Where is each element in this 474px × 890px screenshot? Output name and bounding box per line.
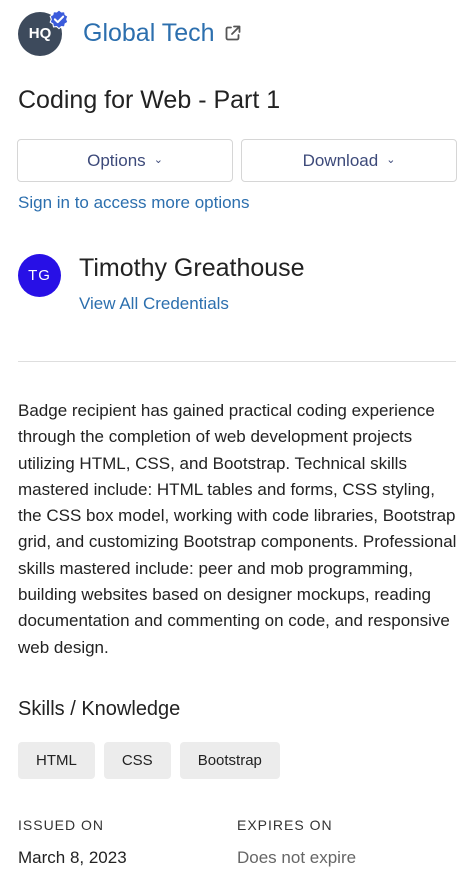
sign-in-link[interactable]: Sign in to access more options <box>18 193 250 213</box>
chevron-down-icon: ⌄ <box>386 154 396 166</box>
expires-on-value: Does not expire <box>237 848 357 867</box>
expires-on-label: EXPIRES ON <box>237 817 333 833</box>
view-all-credentials-link[interactable]: View All Credentials <box>79 294 229 314</box>
earner-name: Timothy Greathouse <box>79 254 305 282</box>
issued-on-value: March 8, 2023 <box>18 848 127 867</box>
download-button-label: Download <box>302 150 379 170</box>
issuer-name-link[interactable]: Global Tech <box>83 19 215 48</box>
skill-tag-html[interactable]: HTML <box>18 742 95 779</box>
download-button[interactable]: Download ⌄ <box>241 139 457 182</box>
badge-title: Coding for Web - Part 1 <box>18 86 281 114</box>
options-button[interactable]: Options ⌄ <box>17 139 233 182</box>
options-button-label: Options <box>87 150 146 170</box>
external-link-icon[interactable] <box>223 23 243 43</box>
skill-tag-css[interactable]: CSS <box>103 742 171 779</box>
issuer-header: HQ Global Tech <box>18 8 243 58</box>
verified-check-icon <box>49 9 69 30</box>
avatar: TG <box>18 254 61 297</box>
chevron-down-icon: ⌄ <box>153 154 163 166</box>
badge-description: Badge recipient has gained practical cod… <box>18 401 457 657</box>
issued-on-label: ISSUED ON <box>18 817 105 833</box>
issuer-logo[interactable]: HQ <box>18 9 69 56</box>
skill-tag-bootstrap[interactable]: Bootstrap <box>179 742 280 779</box>
skills-list: HTML CSS Bootstrap <box>18 742 280 779</box>
section-divider <box>18 361 456 362</box>
skills-heading: Skills / Knowledge <box>18 698 181 720</box>
